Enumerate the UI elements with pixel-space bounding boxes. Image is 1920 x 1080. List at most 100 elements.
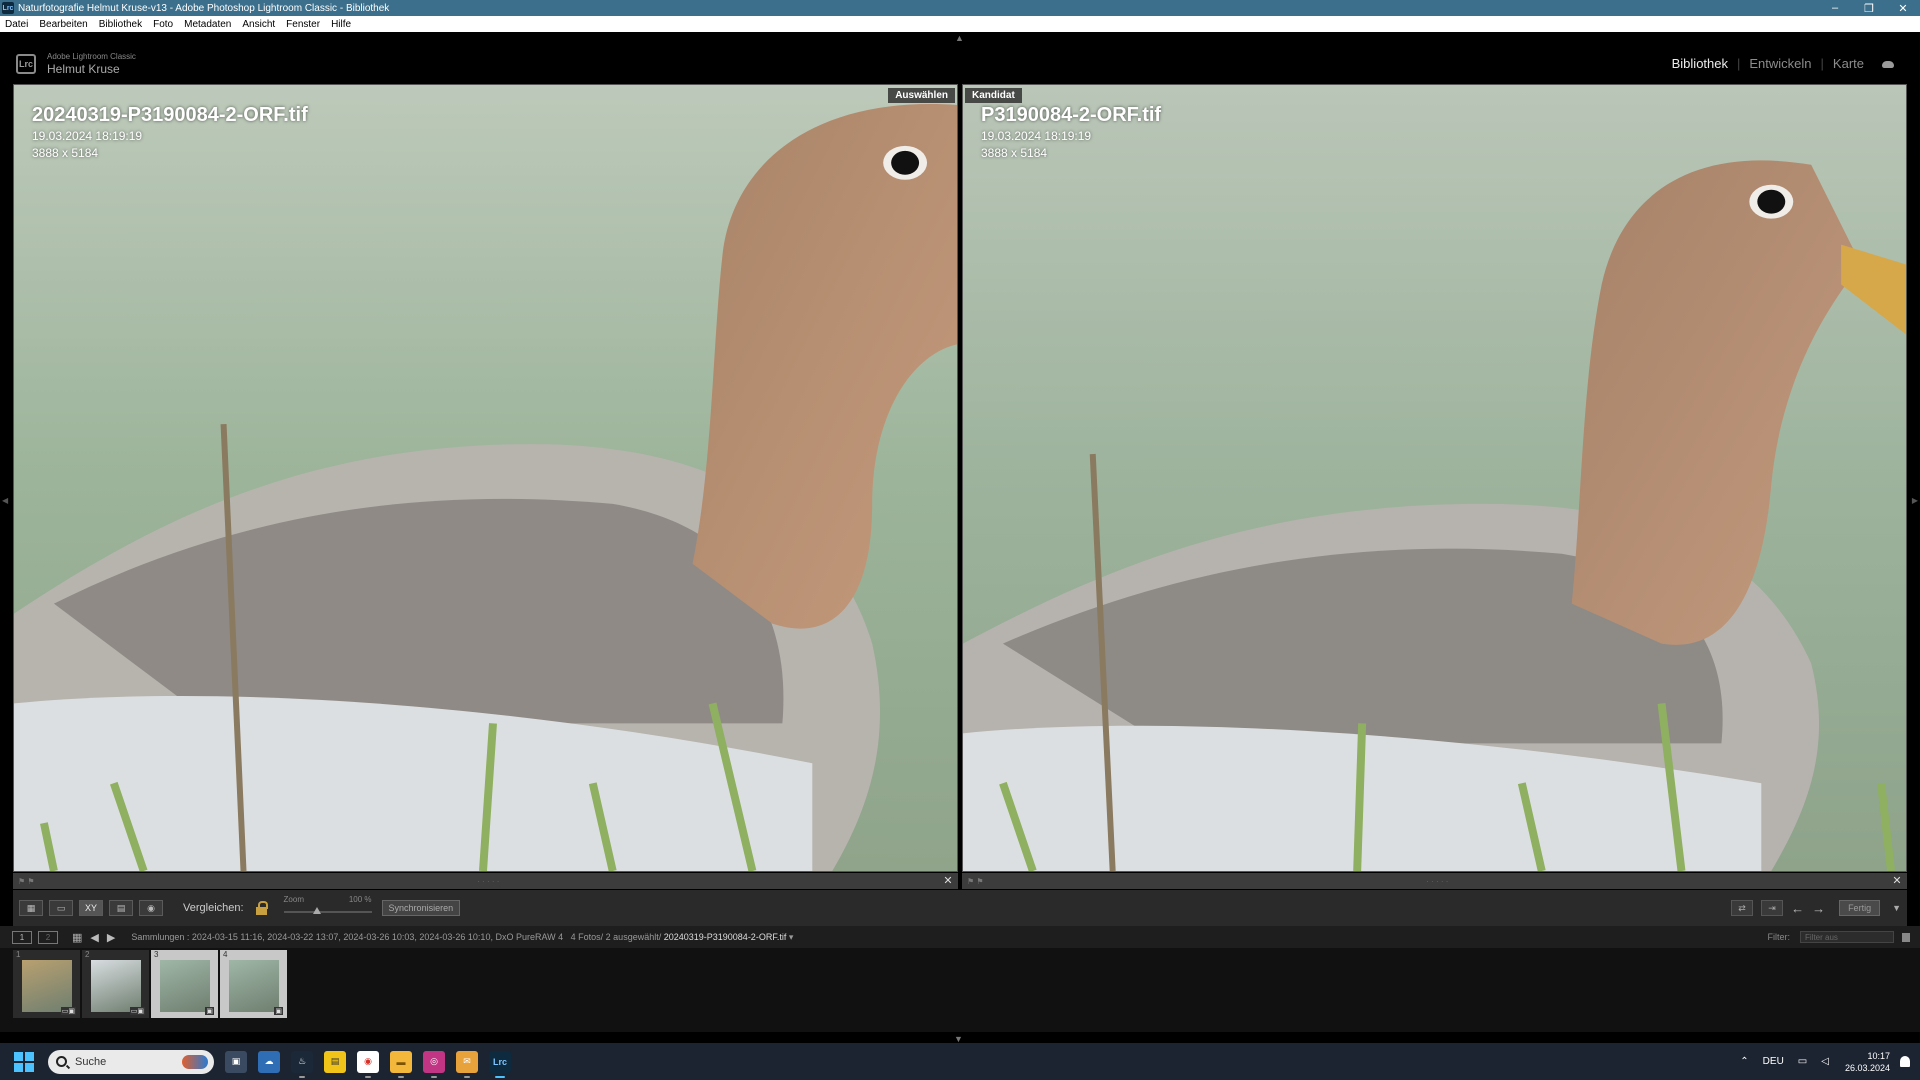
module-bibliothek[interactable]: Bibliothek bbox=[1672, 56, 1728, 71]
weather-icon[interactable]: ☁ bbox=[258, 1050, 280, 1073]
grid-icon[interactable]: ▦ bbox=[72, 931, 82, 944]
filter-select[interactable]: Filter aus bbox=[1800, 931, 1894, 943]
menu-datei[interactable]: Datei bbox=[0, 19, 34, 30]
back-arrow-icon[interactable]: ◀ bbox=[90, 931, 98, 944]
lrc-logo: Lrc bbox=[16, 54, 36, 74]
thumb-image bbox=[160, 960, 210, 1012]
thumb-badges: ▭▣ bbox=[129, 1007, 145, 1015]
restore-button[interactable]: ❐ bbox=[1852, 0, 1886, 16]
product-name: Adobe Lightroom Classic bbox=[47, 52, 136, 61]
zoom-slider[interactable]: Zoom 100 % bbox=[282, 894, 372, 922]
thumb-image bbox=[22, 960, 72, 1012]
menu-metadaten[interactable]: Metadaten bbox=[179, 19, 237, 30]
collapse-top-panel-icon[interactable]: ▲ bbox=[955, 33, 964, 43]
search-icon bbox=[56, 1056, 67, 1067]
candidate-dimensions: 3888 x 5184 bbox=[981, 146, 1048, 160]
brand: Adobe Lightroom Classic Helmut Kruse bbox=[47, 52, 136, 76]
module-entwickeln[interactable]: Entwickeln bbox=[1749, 56, 1811, 71]
menu-fenster[interactable]: Fenster bbox=[281, 19, 326, 30]
zoom-track[interactable] bbox=[283, 911, 372, 913]
next-arrow-icon[interactable]: → bbox=[1812, 901, 1825, 916]
select-info-overlay: 20240319-P3190084-2-ORF.tif 19.03.2024 1… bbox=[32, 103, 308, 161]
close-button[interactable]: ✕ bbox=[1886, 0, 1920, 16]
thumb-badges: ▣ bbox=[205, 1007, 214, 1015]
network-icon[interactable]: ▭ bbox=[1798, 1056, 1807, 1067]
select-filename: 20240319-P3190084-2-ORF.tif bbox=[32, 104, 308, 126]
sync-button[interactable]: Synchronisieren bbox=[381, 900, 461, 916]
chevron-down-icon[interactable]: ▼ bbox=[1892, 903, 1901, 913]
lightroom-taskbar-icon[interactable]: Lrc bbox=[489, 1050, 511, 1078]
thumb-number: 2 bbox=[85, 950, 90, 959]
minimize-button[interactable]: – bbox=[1818, 0, 1852, 16]
clock-time: 10:17 bbox=[1867, 1050, 1890, 1061]
zoom-label: Zoom bbox=[283, 895, 304, 904]
toolbar-right: ⇄ ⇥ ← → Fertig ▼ bbox=[1723, 900, 1907, 916]
filmstrip-thumb-2[interactable]: 2 ▭▣ bbox=[82, 950, 149, 1018]
menu-hilfe[interactable]: Hilfe bbox=[326, 19, 357, 30]
menu-bibliothek[interactable]: Bibliothek bbox=[94, 19, 148, 30]
volume-icon[interactable]: ◁ bbox=[1821, 1056, 1829, 1067]
grid-view-button[interactable]: ▦ bbox=[19, 900, 43, 916]
flag-icon[interactable]: ⚑ ⚑ bbox=[18, 877, 35, 886]
compare-pane-candidate[interactable]: Kandidat P3190084-2-ORF.tif 19.03.2024 1… bbox=[962, 84, 1907, 872]
zoom-value: 100 % bbox=[348, 895, 372, 904]
task-view-icon[interactable]: ▣ bbox=[225, 1050, 247, 1073]
lock-icon[interactable] bbox=[255, 901, 268, 915]
make-select-icon[interactable]: ⇥ bbox=[1761, 900, 1784, 916]
filter-lock-icon[interactable] bbox=[1902, 932, 1910, 942]
collection-path[interactable]: Sammlungen : 2024-03-15 11:16, 2024-03-2… bbox=[131, 932, 793, 943]
candidate-pane-strip: ⚑ ⚑ · · · · · ✕ bbox=[962, 873, 1907, 889]
select-dimensions: 3888 x 5184 bbox=[32, 146, 99, 160]
window-title-bar: Lrc Naturfotografie Helmut Kruse-v13 - A… bbox=[0, 0, 1920, 16]
module-karte[interactable]: Karte bbox=[1833, 56, 1864, 71]
thumb-image bbox=[91, 960, 141, 1012]
cloud-sync-icon[interactable] bbox=[1880, 59, 1896, 69]
lightroom-app-icon: Lrc bbox=[2, 2, 14, 14]
people-view-button[interactable]: ◉ bbox=[139, 900, 163, 916]
language-indicator[interactable]: DEU bbox=[1763, 1056, 1784, 1067]
mail-app-icon[interactable]: ✉ bbox=[456, 1050, 478, 1078]
select-photo bbox=[14, 85, 957, 871]
thumb-number: 3 bbox=[154, 950, 159, 959]
windows-taskbar: Suche ▣ ☁ ♨ ▤ ◉ ▬ ◎ ✉ Lrc ⌃ DEU ▭ ◁ 10:1… bbox=[0, 1043, 1920, 1080]
forward-arrow-icon[interactable]: ▶ bbox=[107, 931, 115, 944]
flag-icon[interactable]: ⚑ ⚑ bbox=[967, 877, 984, 886]
steam-icon[interactable]: ♨ bbox=[291, 1050, 313, 1078]
module-picker: Bibliothek | Entwickeln | Karte bbox=[1672, 56, 1896, 71]
menu-ansicht[interactable]: Ansicht bbox=[237, 19, 281, 30]
collapse-left-panel-icon[interactable]: ◀ bbox=[2, 496, 8, 505]
thumb-number: 1 bbox=[16, 950, 21, 959]
loupe-view-button[interactable]: ▭ bbox=[49, 900, 73, 916]
compare-pane-select[interactable]: Auswählen 20240319-P3190084-2-ORF.tif 19… bbox=[13, 84, 958, 872]
compare-view-button[interactable]: XY bbox=[79, 900, 103, 916]
photo-count: 4 Fotos/ 2 ausgewählt/ bbox=[570, 931, 662, 942]
filmstrip-thumb-4[interactable]: 4 ▣ bbox=[220, 950, 287, 1018]
filmstrip-thumb-1[interactable]: 1 ▭▣ bbox=[13, 950, 80, 1018]
notification-bell-icon[interactable] bbox=[1900, 1056, 1910, 1067]
survey-view-button[interactable]: ▤ bbox=[109, 900, 133, 916]
instagram-icon[interactable]: ◎ bbox=[423, 1050, 445, 1078]
swap-icon[interactable]: ⇄ bbox=[1731, 900, 1754, 916]
rating-dots[interactable]: · · · · · bbox=[984, 877, 1891, 886]
collapse-right-panel-icon[interactable]: ▶ bbox=[1912, 496, 1918, 505]
thumb-number: 4 bbox=[223, 950, 228, 959]
taskbar-search[interactable]: Suche bbox=[48, 1049, 214, 1074]
windows-start-icon[interactable] bbox=[14, 1051, 34, 1072]
chevron-up-icon[interactable]: ⌃ bbox=[1740, 1056, 1748, 1067]
sticky-notes-icon[interactable]: ▤ bbox=[324, 1050, 346, 1073]
clock[interactable]: 10:17 26.03.2024 bbox=[1845, 1050, 1890, 1074]
zoom-thumb[interactable] bbox=[313, 907, 322, 914]
chrome-icon[interactable]: ◉ bbox=[357, 1050, 379, 1078]
filmstrip-thumb-3[interactable]: 3 ▣ bbox=[151, 950, 218, 1018]
done-button[interactable]: Fertig bbox=[1839, 900, 1881, 916]
menu-bearbeiten[interactable]: Bearbeiten bbox=[34, 19, 93, 30]
secondary-monitor-button[interactable]: 2 bbox=[38, 930, 58, 944]
menu-foto[interactable]: Foto bbox=[148, 19, 179, 30]
close-select-icon[interactable]: ✕ bbox=[942, 875, 954, 887]
module-separator: | bbox=[1737, 56, 1741, 71]
prev-arrow-icon[interactable]: ← bbox=[1791, 901, 1804, 916]
rating-dots[interactable]: · · · · · bbox=[35, 877, 942, 886]
close-candidate-icon[interactable]: ✕ bbox=[1891, 875, 1903, 887]
file-explorer-icon[interactable]: ▬ bbox=[390, 1050, 412, 1078]
main-monitor-button[interactable]: 1 bbox=[12, 930, 32, 944]
